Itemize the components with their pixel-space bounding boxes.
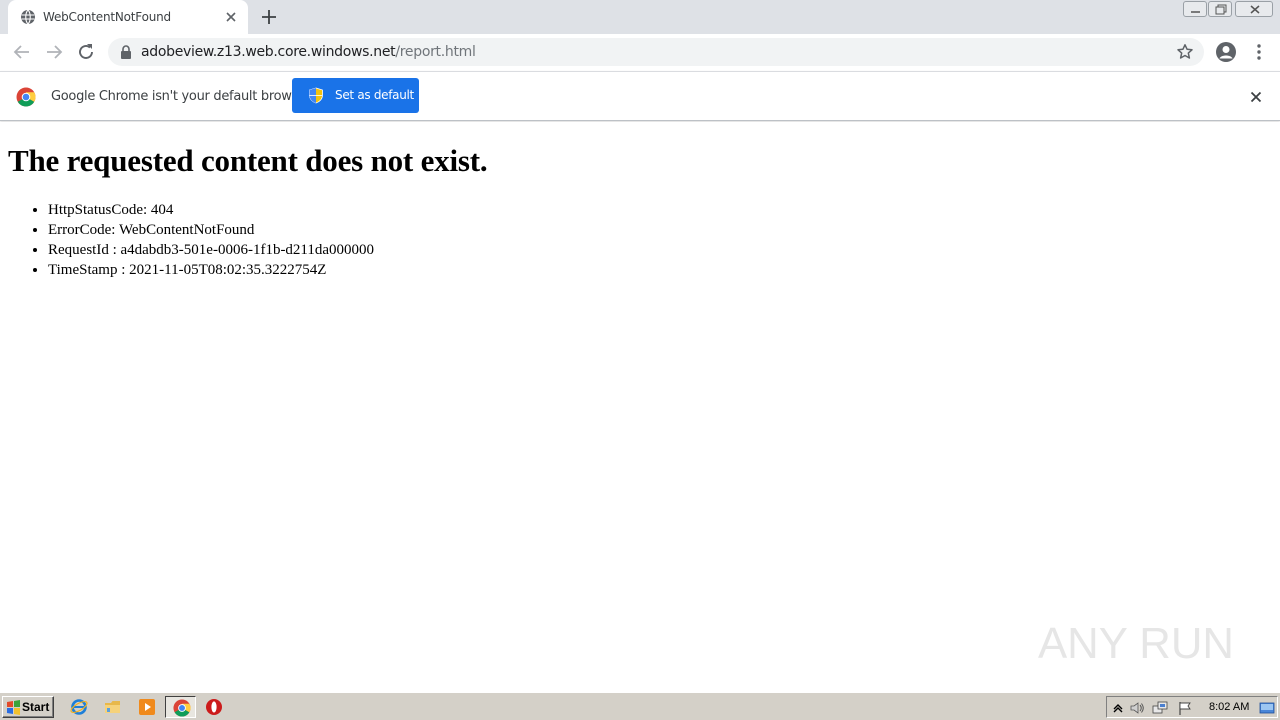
detail-timestamp: TimeStamp : 2021-11-05T08:02:35.3222754Z bbox=[48, 260, 374, 280]
close-window-icon bbox=[1250, 5, 1260, 14]
action-center-flag-icon[interactable] bbox=[1177, 700, 1193, 716]
set-as-default-button[interactable]: Set as default bbox=[292, 78, 419, 113]
bookmark-star-icon[interactable] bbox=[1176, 43, 1194, 61]
window-close-button[interactable] bbox=[1235, 1, 1273, 17]
window-minimize-button[interactable] bbox=[1183, 1, 1207, 17]
detail-http-status-code: HttpStatusCode: 404 bbox=[48, 200, 374, 220]
kebab-menu-icon[interactable] bbox=[1250, 40, 1268, 64]
internet-explorer-icon[interactable] bbox=[70, 698, 88, 716]
windows-taskbar: Start 8:02 AM bbox=[0, 692, 1280, 720]
set-as-default-label: Set as default bbox=[335, 88, 414, 102]
infobar-message: Google Chrome isn't your default browser bbox=[51, 89, 311, 104]
back-arrow-icon[interactable] bbox=[10, 40, 34, 64]
new-tab-icon[interactable] bbox=[259, 7, 279, 27]
show-desktop-icon[interactable] bbox=[1259, 700, 1275, 716]
chrome-logo-icon bbox=[16, 87, 36, 107]
taskbar-chrome-button[interactable] bbox=[165, 696, 196, 718]
close-infobar-icon[interactable] bbox=[1248, 89, 1264, 105]
anyrun-watermark-logo: ANY RUN bbox=[1038, 619, 1234, 668]
restore-icon bbox=[1215, 4, 1227, 15]
url-host: adobeview.z13.web.core.windows.net bbox=[141, 44, 396, 60]
error-details-list: HttpStatusCode: 404 ErrorCode: WebConten… bbox=[48, 200, 374, 280]
network-icon[interactable] bbox=[1152, 700, 1168, 716]
lock-icon[interactable] bbox=[120, 45, 132, 59]
page-heading: The requested content does not exist. bbox=[8, 143, 488, 178]
chrome-icon bbox=[173, 699, 191, 717]
system-tray: 8:02 AM bbox=[1106, 696, 1278, 718]
browser-toolbar: adobeview.z13.web.core.windows.net/repor… bbox=[0, 34, 1280, 71]
tab-webcontentnotfound[interactable]: WebContentNotFound bbox=[8, 0, 248, 34]
volume-icon[interactable] bbox=[1129, 700, 1145, 716]
reload-icon[interactable] bbox=[74, 40, 98, 64]
address-bar[interactable]: adobeview.z13.web.core.windows.net/repor… bbox=[108, 38, 1204, 66]
start-label: Start bbox=[22, 700, 50, 714]
globe-icon bbox=[21, 9, 35, 25]
url-path: /report.html bbox=[395, 44, 476, 60]
opera-icon[interactable] bbox=[205, 698, 223, 716]
window-restore-button[interactable] bbox=[1208, 1, 1232, 17]
windows-explorer-icon[interactable] bbox=[104, 698, 122, 716]
start-button[interactable]: Start bbox=[2, 696, 54, 718]
detail-error-code: ErrorCode: WebContentNotFound bbox=[48, 220, 374, 240]
show-hidden-icons-icon[interactable] bbox=[1110, 700, 1126, 716]
default-browser-infobar: Google Chrome isn't your default browser… bbox=[0, 71, 1280, 121]
windows-flag-icon bbox=[7, 700, 20, 715]
taskbar-clock[interactable]: 8:02 AM bbox=[1209, 701, 1249, 713]
detail-request-id: RequestId : a4dabdb3-501e-0006-1f1b-d211… bbox=[48, 240, 374, 260]
tab-strip: WebContentNotFound bbox=[0, 0, 1280, 34]
profile-avatar-icon[interactable] bbox=[1214, 40, 1238, 64]
forward-arrow-icon[interactable] bbox=[42, 40, 66, 64]
close-tab-icon[interactable] bbox=[223, 9, 239, 25]
media-player-icon[interactable] bbox=[138, 698, 156, 716]
url-text[interactable]: adobeview.z13.web.core.windows.net/repor… bbox=[141, 44, 476, 60]
minimize-icon bbox=[1191, 11, 1200, 13]
tab-title: WebContentNotFound bbox=[43, 10, 171, 24]
watermark-text: ANY RUN bbox=[1038, 619, 1234, 668]
uac-shield-icon bbox=[309, 87, 323, 104]
